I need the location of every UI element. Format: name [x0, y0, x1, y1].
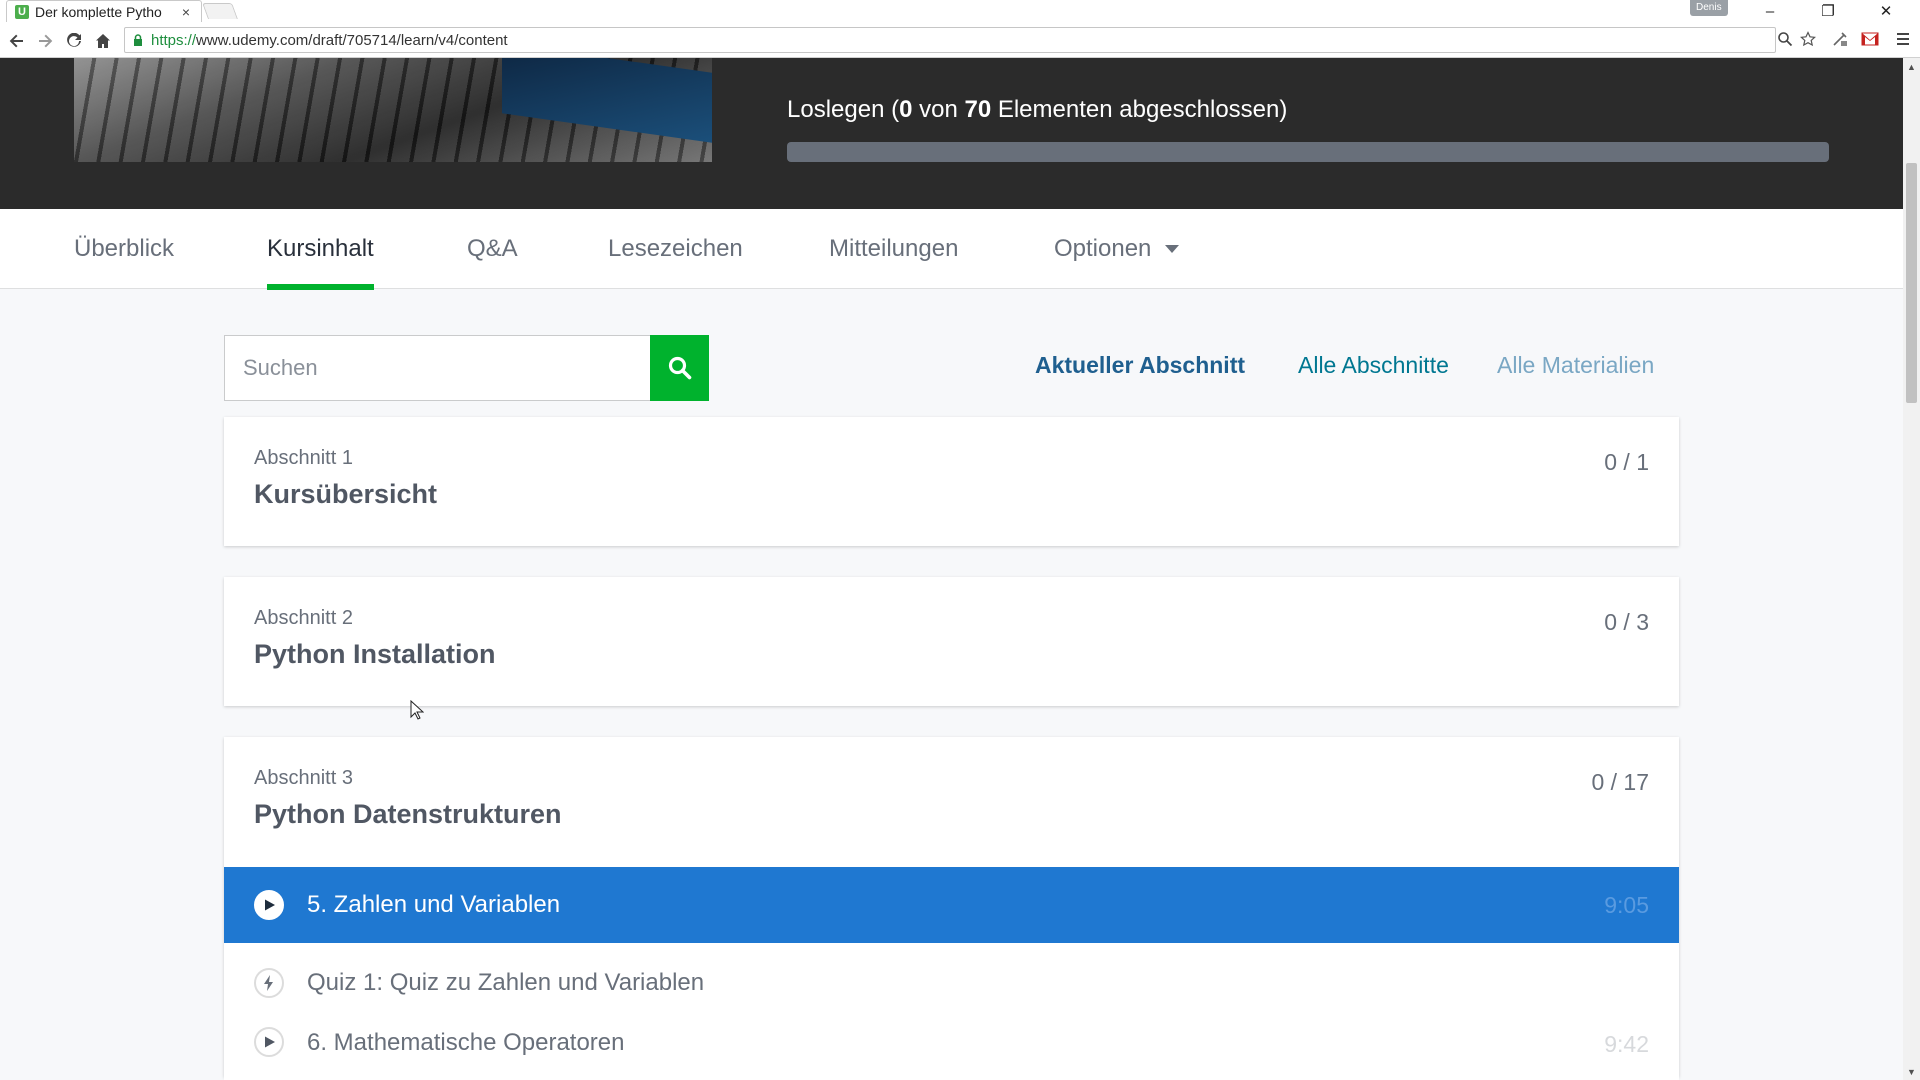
menu-icon[interactable] — [1892, 28, 1914, 50]
url-text: www.udemy.com/draft/705714/learn/v4/cont… — [196, 31, 508, 49]
lecture-item-current[interactable]: 5. Zahlen und Variablen 9:05 — [224, 867, 1679, 943]
reload-button[interactable] — [63, 30, 85, 52]
completed-count: 0 — [899, 96, 913, 123]
tab-options[interactable]: Optionen — [1054, 209, 1180, 289]
zoom-icon[interactable] — [1774, 28, 1796, 50]
search-icon — [668, 356, 691, 380]
address-bar[interactable]: https://www.udemy.com/draft/705714/learn… — [124, 27, 1776, 53]
browser-tab-bar: U Der komplette Pytho × Denis – ❐ ✕ — [0, 0, 1920, 22]
section-card[interactable]: Abschnitt 1 Kursübersicht 0 / 1 — [224, 417, 1679, 546]
close-window-button[interactable]: ✕ — [1864, 0, 1908, 22]
section-title: Python Installation — [254, 639, 496, 669]
search-button[interactable] — [650, 335, 709, 401]
restore-button[interactable]: ❐ — [1806, 0, 1850, 22]
page-scrollbar[interactable]: ▲ ▼ — [1903, 58, 1920, 1080]
section-title: Kursübersicht — [254, 479, 438, 509]
scroll-down-arrow-icon[interactable]: ▼ — [1903, 1063, 1920, 1080]
lecture-title: 5. Zahlen und Variablen — [307, 891, 561, 918]
play-icon — [254, 1027, 284, 1057]
extension-icon[interactable] — [1829, 28, 1851, 50]
section-progress-count: 0 / 1 — [1604, 449, 1649, 475]
tab-close-icon[interactable]: × — [179, 4, 193, 20]
section-number: Abschnitt 2 — [254, 607, 353, 629]
total-count: 70 — [964, 96, 992, 123]
home-button[interactable] — [92, 30, 114, 52]
browser-tab[interactable]: U Der komplette Pytho × — [6, 0, 202, 22]
tab-bookmarks[interactable]: Lesezeichen — [608, 209, 743, 289]
filter-all-sections[interactable]: Alle Abschnitte — [1298, 352, 1449, 379]
search-input[interactable]: Suchen — [224, 335, 650, 401]
course-tabs: Überblick Kursinhalt Q&A Lesezeichen Mit… — [0, 209, 1903, 290]
tab-course-content[interactable]: Kursinhalt — [267, 209, 374, 290]
section-progress-count: 0 / 3 — [1604, 609, 1649, 635]
forward-arrow-icon — [39, 34, 53, 48]
play-icon — [254, 890, 284, 920]
section-number: Abschnitt 3 — [254, 767, 353, 789]
lecture-duration: 9:42 — [1604, 1031, 1649, 1057]
scroll-up-arrow-icon[interactable]: ▲ — [1903, 58, 1920, 75]
bookmark-star-icon[interactable] — [1797, 28, 1819, 50]
tab-title: Der komplette Pytho — [35, 3, 162, 20]
section-card[interactable]: Abschnitt 2 Python Installation 0 / 3 — [224, 577, 1679, 706]
quiz-item[interactable]: Quiz 1: Quiz zu Zahlen und Variablen — [224, 945, 1679, 1021]
tab-options-label: Optionen — [1054, 235, 1152, 262]
lecture-duration: 9:05 — [1604, 891, 1649, 918]
lightning-icon — [254, 968, 284, 998]
lecture-title: 6. Mathematische Operatoren — [307, 1029, 625, 1056]
section-number: Abschnitt 1 — [254, 447, 353, 469]
home-icon — [96, 34, 110, 48]
lock-icon — [133, 34, 143, 46]
gmail-icon[interactable] — [1859, 28, 1881, 50]
back-arrow-icon — [9, 34, 23, 48]
url-scheme: https:// — [151, 31, 197, 49]
section-title: Python Datenstrukturen — [254, 799, 562, 829]
progress-label: Loslegen (0 von 70 Elementen abgeschloss… — [787, 96, 1288, 123]
scrollbar-thumb[interactable] — [1906, 163, 1917, 403]
progress-bar — [787, 142, 1829, 162]
forward-button[interactable] — [34, 30, 56, 52]
new-tab-button[interactable] — [202, 3, 238, 19]
lecture-title: Quiz 1: Quiz zu Zahlen und Variablen — [307, 969, 705, 996]
course-image — [74, 58, 712, 162]
browser-toolbar: https://www.udemy.com/draft/705714/learn… — [0, 22, 1920, 58]
tab-qa[interactable]: Q&A — [467, 209, 518, 289]
lecture-item[interactable]: 6. Mathematische Operatoren 9:42 — [224, 1023, 1679, 1080]
tab-announcements[interactable]: Mitteilungen — [829, 209, 958, 289]
filter-current-section[interactable]: Aktueller Abschnitt — [1035, 352, 1245, 379]
minimize-button[interactable]: – — [1748, 0, 1792, 22]
caret-down-icon — [1165, 245, 1180, 253]
tab-overview[interactable]: Überblick — [74, 209, 174, 289]
profile-badge[interactable]: Denis — [1690, 0, 1728, 16]
reload-icon — [67, 33, 81, 47]
udemy-favicon-icon: U — [15, 4, 29, 19]
course-header: Loslegen (0 von 70 Elementen abgeschloss… — [0, 58, 1903, 209]
filter-all-materials[interactable]: Alle Materialien — [1497, 352, 1654, 379]
section-progress-count: 0 / 17 — [1591, 769, 1649, 795]
back-button[interactable] — [6, 30, 28, 52]
